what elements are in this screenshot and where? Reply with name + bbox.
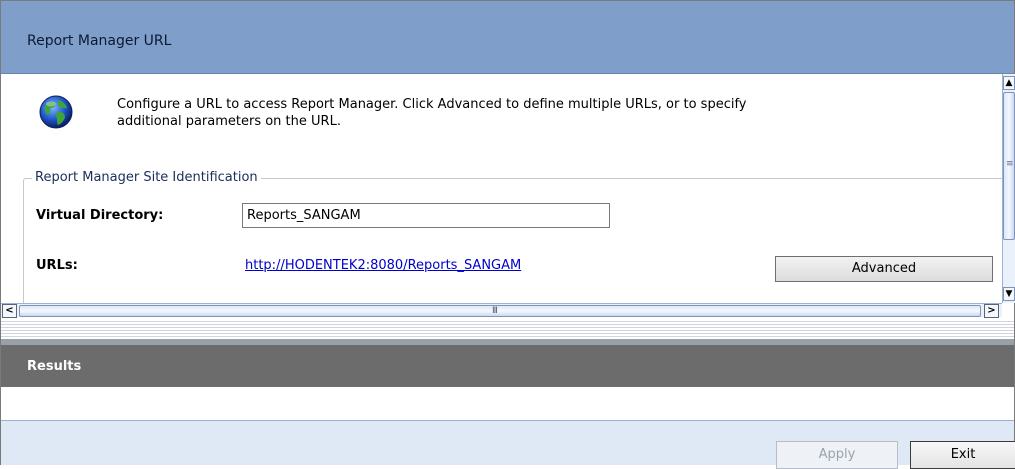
virtual-directory-input[interactable] <box>242 203 610 228</box>
scroll-left-icon[interactable]: < <box>2 304 17 318</box>
horizontal-scrollbar[interactable]: < III > <box>1 303 1002 318</box>
scroll-right-icon[interactable]: > <box>984 304 999 318</box>
intro-line-1: Configure a URL to access Report Manager… <box>117 97 747 112</box>
horizontal-grip: III <box>492 306 498 316</box>
scroll-up-icon[interactable]: ▲ <box>1003 76 1015 90</box>
settings-pane: Configure a URL to access Report Manager… <box>1 74 1002 303</box>
results-header: Results <box>1 345 1014 387</box>
footer-bar: Apply Exit <box>1 420 1015 469</box>
virtual-directory-label: Virtual Directory: <box>36 208 164 223</box>
urls-label: URLs: <box>36 258 78 273</box>
report-manager-url-window: Report Manager URL Configure a URL to ac… <box>0 0 1015 469</box>
results-title: Results <box>27 359 82 374</box>
report-manager-url-link[interactable]: http://HODENTEK2:8080/Reports_SANGAM <box>245 258 521 273</box>
page-title: Report Manager URL <box>27 33 172 49</box>
site-identification-group <box>23 178 1002 303</box>
page-header: Report Manager URL <box>1 1 1014 74</box>
grip-icon: ≡ <box>1006 159 1014 169</box>
advanced-button[interactable]: Advanced <box>775 256 993 282</box>
intro-line-2: additional parameters on the URL. <box>117 114 341 129</box>
results-area <box>1 387 1014 419</box>
scroll-down-icon[interactable]: ▼ <box>1003 287 1015 301</box>
globe-icon <box>39 95 73 129</box>
site-identification-legend: Report Manager Site Identification <box>32 170 261 185</box>
vertical-scrollbar[interactable]: ▲ ≡ ▼ <box>1002 74 1015 303</box>
horizontal-scroll-thumb[interactable]: III <box>19 305 981 317</box>
vertical-scroll-thumb[interactable]: ≡ <box>1003 92 1015 240</box>
intro-description: Configure a URL to access Report Manager… <box>117 96 877 130</box>
